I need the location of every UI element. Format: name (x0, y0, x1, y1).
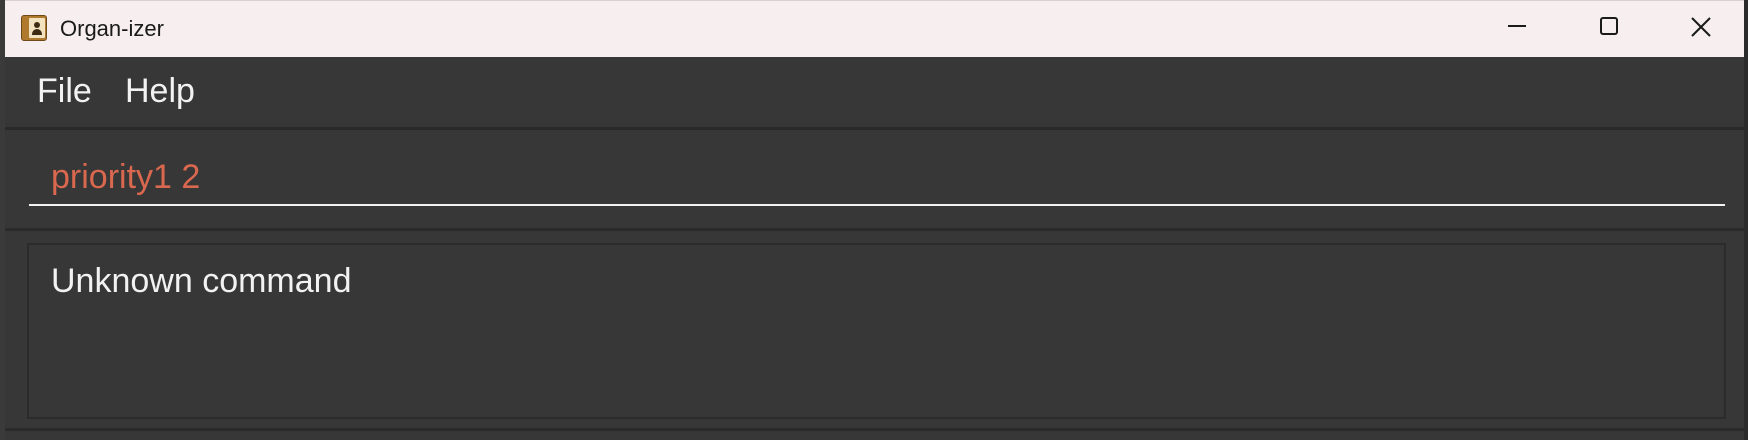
close-icon (1691, 17, 1711, 37)
minimize-button[interactable] (1471, 1, 1563, 57)
result-textarea[interactable]: Unknown command (27, 243, 1726, 419)
command-input[interactable] (29, 150, 1725, 206)
address-book-icon (21, 15, 47, 41)
result-message: Unknown command (51, 262, 352, 300)
title-bar[interactable]: Organ-izer (5, 0, 1744, 57)
result-display: Unknown command (5, 231, 1744, 428)
window-title: Organ-izer (60, 16, 164, 41)
maximize-icon (1600, 17, 1618, 35)
close-button[interactable] (1655, 1, 1747, 57)
window-right-edge (1744, 0, 1748, 440)
menu-help[interactable]: Help (125, 71, 195, 111)
menu-bar: File Help (5, 57, 1744, 127)
menu-file[interactable]: File (37, 71, 92, 111)
app-window: Organ-izer File Help priority1 2 Unknown… (0, 0, 1748, 440)
command-box (5, 130, 1744, 228)
window-frame: Organ-izer File Help priority1 2 Unknown… (5, 0, 1744, 440)
minimize-icon (1508, 25, 1526, 27)
list-panel (5, 431, 1744, 440)
maximize-button[interactable] (1563, 1, 1655, 57)
